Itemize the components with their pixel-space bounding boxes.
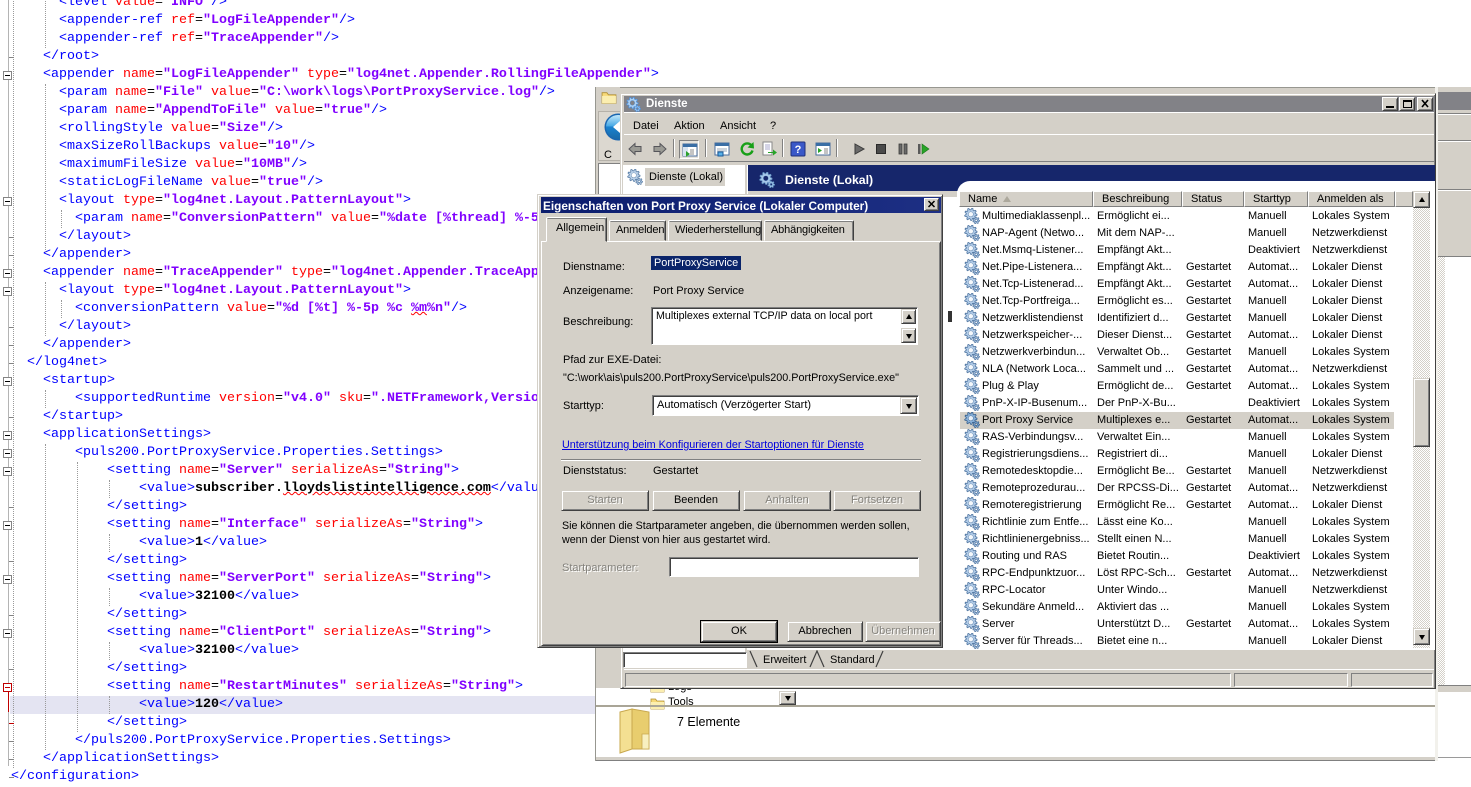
svg-text:Erweitert: Erweitert xyxy=(763,654,806,666)
svg-text:Standard: Standard xyxy=(830,654,875,666)
svg-text:?: ? xyxy=(795,144,802,156)
